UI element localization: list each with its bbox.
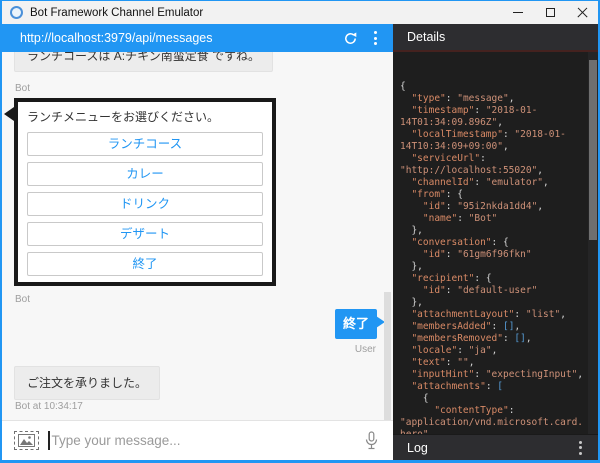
message-input[interactable]: Type your message... [52, 433, 362, 448]
address-bar: http://localhost:3979/api/messages [2, 24, 393, 52]
json-line: "conversation": { [400, 237, 586, 249]
log-title: Log [407, 441, 573, 455]
details-header: Details [393, 24, 598, 52]
bot-timestamp-label: Bot at 10:34:17 [15, 401, 83, 412]
title-bar: Bot Framework Channel Emulator [2, 1, 598, 24]
close-icon [577, 7, 588, 18]
bot-sender-label: Bot [15, 294, 30, 305]
user-message-text: 終了 [343, 316, 369, 331]
json-line: "inputHint": "expectingInput", [400, 369, 586, 381]
json-line: "membersAdded": [], [400, 321, 586, 333]
window-controls [502, 1, 598, 24]
json-line: "recipient": { [400, 273, 586, 285]
json-line: "attachmentLayout": "list", [400, 309, 586, 321]
json-line: "channelId": "emulator", [400, 177, 586, 189]
maximize-button[interactable] [534, 1, 566, 24]
json-code: { "type": "message", "timestamp": "2018-… [400, 81, 586, 434]
json-line: "timestamp": "2018-01- [400, 105, 586, 117]
minimize-icon [513, 12, 523, 14]
json-line: }, [400, 225, 586, 237]
json-line: 14T01:34:09.896Z", [400, 117, 586, 129]
close-button[interactable] [566, 1, 598, 24]
card-button[interactable]: デザート [27, 222, 263, 246]
card-prompt: ランチメニューをお選びください。 [27, 108, 263, 126]
text-caret [48, 431, 50, 450]
json-line: "contentType": [400, 405, 586, 417]
json-line: "name": "Bot" [400, 213, 586, 225]
microphone-icon [365, 431, 378, 450]
details-scrollbar[interactable] [589, 60, 597, 240]
json-line: "text": "", [400, 357, 586, 369]
emulator-window: Bot Framework Channel Emulator http://lo… [0, 0, 600, 463]
json-line: "id": "61gm6f96fkn" [400, 249, 586, 261]
image-icon [18, 434, 35, 447]
activity-json-view: { "type": "message", "timestamp": "2018-… [393, 52, 598, 434]
log-header[interactable]: Log [393, 434, 598, 460]
json-line: "http://localhost:55020", [400, 165, 586, 177]
user-message-bubble: 終了 [335, 309, 377, 339]
card-buttons: ランチコースカレードリンクデザート終了 [27, 132, 263, 276]
json-line: "locale": "ja", [400, 345, 586, 357]
json-line: "id": "default-user" [400, 285, 586, 297]
json-line: "serviceUrl": [400, 153, 586, 165]
endpoint-url-field[interactable]: http://localhost:3979/api/messages [20, 31, 338, 45]
card-button[interactable]: ランチコース [27, 132, 263, 156]
card-button[interactable]: 終了 [27, 252, 263, 276]
json-line: "membersRemoved": [], [400, 333, 586, 345]
bot-message-bubble: ご注文を承りました。 [14, 366, 160, 400]
minimize-button[interactable] [502, 1, 534, 24]
card-button[interactable]: ドリンク [27, 192, 263, 216]
json-line: { [400, 393, 586, 405]
inspector-panel: Details { "type": "message", "timestamp"… [393, 24, 598, 460]
json-line: 14T10:34:09+09:00", [400, 141, 586, 153]
json-line: { [400, 81, 586, 93]
log-menu-button[interactable] [573, 437, 588, 459]
kebab-menu-icon [374, 31, 377, 34]
json-line: hero", [400, 429, 586, 434]
chat-panel: http://localhost:3979/api/messages ランチコー… [2, 24, 393, 460]
conversation-area: ランチコースは A:チキン南蛮定食 ですね。 Bot ランチメニューをお選びくだ… [2, 52, 393, 420]
json-line: "attachments": [ [400, 381, 586, 393]
json-line: "application/vnd.microsoft.card. [400, 417, 586, 429]
json-line: }, [400, 297, 586, 309]
bot-message-bubble: ランチコースは A:チキン南蛮定食 ですね。 [14, 52, 273, 72]
user-sender-label: User [355, 344, 376, 355]
chat-scrollbar[interactable] [384, 292, 391, 420]
message-composer: Type your message... [2, 420, 393, 460]
speech-button[interactable] [361, 429, 381, 453]
card-pointer [4, 107, 14, 121]
bot-framework-logo-icon [10, 6, 23, 19]
maximize-icon [546, 8, 555, 17]
json-line: "id": "95i2nkda1dd4", [400, 201, 586, 213]
kebab-menu-icon [579, 441, 582, 444]
reconnect-button[interactable] [338, 26, 362, 50]
json-line: "from": { [400, 189, 586, 201]
bot-sender-label: Bot [15, 83, 30, 94]
card-button[interactable]: カレー [27, 162, 263, 186]
window-title: Bot Framework Channel Emulator [30, 7, 203, 19]
json-line: }, [400, 261, 586, 273]
json-line: "localTimestamp": "2018-01- [400, 129, 586, 141]
json-line: "type": "message", [400, 93, 586, 105]
refresh-icon [343, 31, 358, 46]
chat-menu-button[interactable] [368, 27, 383, 49]
details-scrollbar-track [588, 52, 598, 434]
upload-attachment-button[interactable] [14, 431, 39, 450]
hero-card: ランチメニューをお選びください。 ランチコースカレードリンクデザート終了 [14, 98, 276, 286]
